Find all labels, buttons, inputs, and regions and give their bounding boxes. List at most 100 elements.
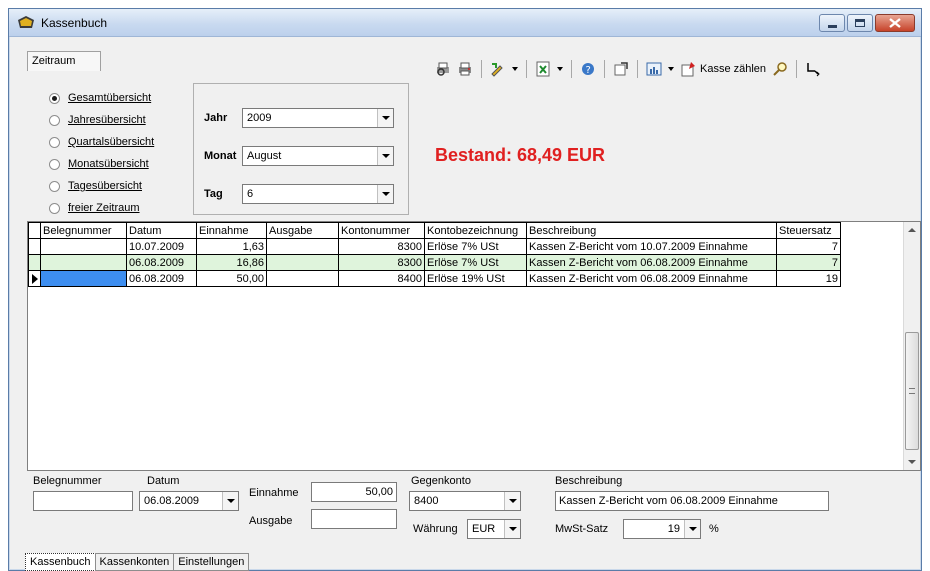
gegenkonto-select[interactable]: 8400	[409, 491, 521, 511]
vertical-scrollbar[interactable]	[903, 222, 920, 470]
cell-beschreibung[interactable]: Kassen Z-Bericht vom 06.08.2009 Einnahme	[526, 254, 777, 271]
cell-kontonummer[interactable]: 8300	[338, 254, 425, 271]
cell-belegnummer-selected[interactable]	[40, 270, 127, 287]
waehrung-dropdown-button[interactable]	[504, 520, 520, 538]
scroll-down-icon[interactable]	[908, 460, 916, 464]
cell-kontobezeichnung[interactable]: Erlöse 7% USt	[424, 238, 527, 255]
tab-zeitraum[interactable]: Zeitraum	[27, 51, 101, 71]
cell-beschreibung[interactable]: Kassen Z-Bericht vom 10.07.2009 Einnahme	[526, 238, 777, 255]
table-row[interactable]: 06.08.2009 16,86 8300 Erlöse 7% USt Kass…	[28, 254, 841, 271]
help-button[interactable]: ?	[580, 61, 596, 77]
beschreibung-field[interactable]: Kassen Z-Bericht vom 06.08.2009 Einnahme	[555, 491, 829, 511]
cell-einnahme[interactable]: 1,63	[196, 238, 267, 255]
cell-datum[interactable]: 06.08.2009	[126, 270, 197, 287]
radio-gesamtuebersicht[interactable]: Gesamtübersicht	[49, 87, 154, 109]
scroll-up-icon[interactable]	[908, 228, 916, 232]
print-button[interactable]	[457, 61, 473, 77]
print-preview-button[interactable]	[435, 61, 451, 77]
export-data-button[interactable]	[613, 61, 629, 77]
cell-belegnummer[interactable]	[40, 238, 127, 255]
monat-dropdown-button[interactable]	[377, 147, 393, 165]
column-header[interactable]: Beschreibung	[526, 222, 777, 239]
excel-export-button[interactable]	[535, 61, 551, 77]
table-row[interactable]: 10.07.2009 1,63 8300 Erlöse 7% USt Kasse…	[28, 238, 841, 255]
maximize-button[interactable]	[847, 14, 873, 32]
column-header[interactable]: Steuersatz	[776, 222, 841, 239]
gegenkonto-dropdown-button[interactable]	[504, 492, 520, 510]
cell-kontonummer[interactable]: 8400	[338, 270, 425, 287]
jahr-select[interactable]: 2009	[242, 108, 394, 128]
radio-tagesuebersicht[interactable]: Tagesübersicht	[49, 175, 154, 197]
waehrung-select[interactable]: EUR	[467, 519, 521, 539]
column-header[interactable]: Ausgabe	[266, 222, 339, 239]
minimize-button[interactable]	[819, 14, 845, 32]
row-indicator[interactable]	[28, 238, 41, 255]
radio-button[interactable]	[49, 202, 60, 214]
belegnummer-field[interactable]	[33, 491, 133, 511]
row-indicator[interactable]	[28, 254, 41, 271]
mwst-dropdown-button[interactable]	[684, 520, 700, 538]
table-row-current[interactable]: 06.08.2009 50,00 8400 Erlöse 19% USt Kas…	[28, 270, 841, 287]
einnahme-field[interactable]: 50,00	[311, 482, 397, 502]
einnahme-label: Einnahme	[249, 487, 299, 499]
radio-button[interactable]	[49, 180, 60, 192]
row-indicator-current[interactable]	[28, 270, 41, 287]
radio-button[interactable]	[49, 114, 60, 126]
cell-steuersatz[interactable]: 19	[776, 270, 841, 287]
cell-steuersatz[interactable]: 7	[776, 254, 841, 271]
printer-icon	[459, 62, 471, 76]
tag-label: Tag	[204, 188, 223, 200]
maximize-icon	[855, 19, 865, 27]
exit-icon	[807, 63, 820, 77]
column-header[interactable]: Datum	[126, 222, 197, 239]
radio-freier-zeitraum[interactable]: freier Zeitraum	[49, 197, 154, 219]
edit-button[interactable]	[490, 61, 506, 77]
kasse-zaehlen-button[interactable]: Kasse zählen	[700, 63, 766, 75]
scrollbar-thumb[interactable]	[905, 332, 919, 450]
cell-ausgabe[interactable]	[266, 238, 339, 255]
chart-dropdown-arrow[interactable]	[668, 67, 674, 71]
jahr-dropdown-button[interactable]	[377, 109, 393, 127]
close-button[interactable]	[875, 14, 915, 32]
monat-select[interactable]: August	[242, 146, 394, 166]
cell-einnahme[interactable]: 16,86	[196, 254, 267, 271]
kasse-zaehlen-icon-button[interactable]	[680, 61, 696, 77]
chart-button[interactable]	[646, 61, 662, 77]
column-header[interactable]: Kontonummer	[338, 222, 425, 239]
tab-kassenbuch[interactable]: Kassenbuch	[25, 553, 96, 571]
cell-kontonummer[interactable]: 8300	[338, 238, 425, 255]
cell-kontobezeichnung[interactable]: Erlöse 19% USt	[424, 270, 527, 287]
tab-einstellungen[interactable]: Einstellungen	[173, 553, 250, 571]
radio-button[interactable]	[49, 136, 60, 148]
datum-dropdown-button[interactable]	[222, 492, 238, 510]
radio-jahresuebersicht[interactable]: Jahresübersicht	[49, 109, 154, 131]
cell-ausgabe[interactable]	[266, 270, 339, 287]
cell-belegnummer[interactable]	[40, 254, 127, 271]
radio-button-checked[interactable]	[49, 92, 60, 104]
cell-kontobezeichnung[interactable]: Erlöse 7% USt	[424, 254, 527, 271]
bottom-tab-bar: Kassenbuch Kassenkonten Einstellungen	[25, 553, 250, 571]
search-button[interactable]	[772, 61, 788, 77]
column-header[interactable]: Kontobezeichnung	[424, 222, 527, 239]
edit-dropdown-arrow[interactable]	[512, 67, 518, 71]
cell-datum[interactable]: 06.08.2009	[126, 254, 197, 271]
ausgabe-field[interactable]	[311, 509, 397, 529]
radio-quartalsuebersicht[interactable]: Quartalsübersicht	[49, 131, 154, 153]
tag-select[interactable]: 6	[242, 184, 394, 204]
export-dropdown-arrow[interactable]	[557, 67, 563, 71]
exit-button[interactable]	[805, 61, 821, 77]
datum-picker[interactable]: 06.08.2009	[139, 491, 239, 511]
column-header[interactable]: Belegnummer	[40, 222, 127, 239]
radio-button[interactable]	[49, 158, 60, 170]
cell-datum[interactable]: 10.07.2009	[126, 238, 197, 255]
cell-ausgabe[interactable]	[266, 254, 339, 271]
column-header[interactable]: Einnahme	[196, 222, 267, 239]
cell-beschreibung[interactable]: Kassen Z-Bericht vom 06.08.2009 Einnahme	[526, 270, 777, 287]
cell-einnahme[interactable]: 50,00	[196, 270, 267, 287]
mwst-select[interactable]: 19	[623, 519, 701, 539]
radio-monatsuebersicht[interactable]: Monatsübersicht	[49, 153, 154, 175]
belegnummer-label: Belegnummer	[33, 475, 102, 487]
tab-kassenkonten[interactable]: Kassenkonten	[94, 553, 175, 571]
tag-dropdown-button[interactable]	[377, 185, 393, 203]
cell-steuersatz[interactable]: 7	[776, 238, 841, 255]
